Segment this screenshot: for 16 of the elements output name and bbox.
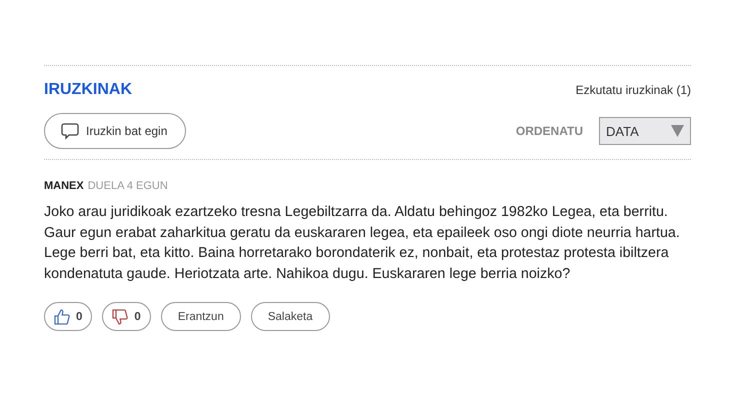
sort-dropdown[interactable]: DATA xyxy=(599,117,691,145)
hide-comments-link[interactable]: Ezkutatu iruzkinak (1) xyxy=(576,83,691,97)
comment-text: Joko arau juridikoak ezartzeko tresna Legebiltzarra da. Aldatu behingoz 1982ko Legea, eta berritu. Gaur egun erabat zaharkitua geratu da euskararen legea, eta epaileek oso ongi diote neurria hartua. Lege berri bat, eta kitto. Baina horretarako borondaterik ez, nonbait, eta protestaz protesta ibiltzera kondenatuta gaude. Heriotzata arte. Nahikoa dugu. Euskararen lege berria noizko? xyxy=(44,203,681,284)
comment-author: MANEX xyxy=(44,180,84,192)
report-button[interactable]: Salaketa xyxy=(250,302,330,331)
comment-time: DUELA 4 EGUN xyxy=(88,180,168,192)
sort-label: ORDENATU xyxy=(516,124,583,138)
thumbs-down-icon xyxy=(112,308,128,324)
add-comment-button[interactable]: Iruzkin bat egin xyxy=(44,113,186,149)
reply-button[interactable]: Erantzun xyxy=(160,302,241,331)
like-button[interactable]: 0 xyxy=(44,302,92,331)
dropdown-arrow-icon xyxy=(671,125,684,137)
dislike-button[interactable]: 0 xyxy=(102,302,151,331)
speech-bubble-icon xyxy=(61,122,79,140)
section-title: IRUZKINAK xyxy=(44,81,132,99)
thumbs-up-icon xyxy=(54,308,70,324)
